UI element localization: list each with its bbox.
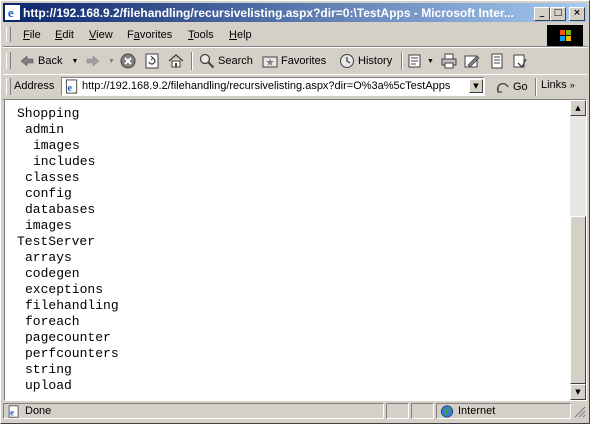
home-icon [168,54,184,68]
menu-view[interactable]: View [89,29,113,41]
mail-button[interactable]: ▼ [408,52,434,70]
page-icon: e [65,79,78,94]
home-button[interactable] [168,52,184,70]
directory-item: arrays [25,250,72,265]
menu-help[interactable]: Help [229,29,252,41]
stop-button[interactable] [120,52,136,70]
address-dropdown-button[interactable]: ▼ [469,79,483,93]
directory-item: perfcounters [25,346,119,361]
address-bar: Address e http://192.168.9.2/filehandlin… [3,74,587,100]
search-button[interactable]: Search [199,52,253,70]
standard-toolbar: Back ▼ ▼ Search Favorites History ▼ [3,47,587,75]
directory-item: config [25,186,72,201]
refresh-icon [145,53,159,69]
address-url[interactable]: http://192.168.9.2/filehandling/recursiv… [82,80,450,92]
favorites-button[interactable]: Favorites [262,52,326,70]
windows-logo-icon [547,25,583,46]
links-separator [535,78,537,96]
scroll-up-button[interactable]: ▲ [570,100,586,116]
directory-item: Shopping [17,106,80,121]
history-icon [340,54,354,68]
minimize-button[interactable]: _ [534,7,550,21]
menu-file[interactable]: File [23,29,41,41]
svg-text:e: e [8,5,14,20]
browser-window: e http://192.168.9.2/filehandling/recurs… [0,0,590,424]
directory-item: exceptions [25,282,104,297]
scroll-thumb[interactable] [570,216,586,384]
menu-bar: File Edit View Favorites Tools Help [3,24,587,47]
go-arrow-icon [496,83,509,93]
menu-edit[interactable]: Edit [55,29,74,41]
chevron-right-icon: » [569,80,575,90]
directory-item: images [33,138,80,153]
window-title: http://192.168.9.2/filehandling/recursiv… [23,6,514,20]
status-bar: e Done Internet [3,402,587,421]
directory-item: classes [25,170,80,185]
directory-item: admin [25,122,65,137]
history-button[interactable]: History [339,52,392,70]
status-main-pane: e Done [3,403,384,419]
toolbar-separator [401,52,403,70]
status-text: Done [25,405,52,417]
toolbar-separator [191,52,193,70]
close-button[interactable]: × [569,7,585,21]
directory-item: codegen [25,266,80,281]
scroll-down-button[interactable]: ▼ [570,384,586,400]
vertical-scrollbar[interactable]: ▲ ▼ [570,100,586,400]
back-button[interactable]: Back ▼ [19,52,78,70]
page-done-icon: e [8,405,19,418]
back-dropdown-icon[interactable]: ▼ [71,58,78,65]
mail-dropdown-icon[interactable]: ▼ [427,58,434,65]
toolbar-grip[interactable] [6,52,11,69]
print-button[interactable] [441,52,457,70]
directory-item: images [25,218,72,233]
directory-item: databases [25,202,96,217]
status-pane [386,403,409,419]
maximize-button[interactable]: □ [550,7,566,21]
forward-button[interactable]: ▼ [85,52,115,70]
directory-item: filehandling [25,298,119,313]
security-zone-pane: Internet [436,403,571,419]
zone-text: Internet [458,405,496,417]
directory-item: pagecounter [25,330,111,345]
directory-item: foreach [25,314,80,329]
edit-page-icon [464,55,480,68]
menu-favorites[interactable]: Favorites [127,29,172,41]
directory-item: upload [25,378,72,393]
title-bar[interactable]: e http://192.168.9.2/filehandling/recurs… [3,3,587,22]
discuss-icon [491,53,503,69]
directory-listing: Shopping admin images includes classes config… [17,106,119,394]
back-arrow-icon [20,55,34,67]
print-icon [441,53,457,69]
go-button[interactable]: Go [495,79,528,95]
forward-dropdown-icon[interactable]: ▼ [108,58,115,65]
address-input[interactable]: e http://192.168.9.2/filehandling/recurs… [61,77,485,96]
edit-button[interactable] [464,52,480,70]
svg-text:e: e [67,83,72,94]
ie-logo-icon: e [5,5,20,20]
messenger-button[interactable] [512,52,528,70]
directory-item: includes [33,154,96,169]
mail-icon [408,54,421,68]
search-icon [199,53,215,69]
forward-arrow-icon [86,55,100,67]
menu-tools[interactable]: Tools [188,29,214,41]
resize-grip-icon[interactable] [573,405,586,418]
directory-item: TestServer [17,234,96,249]
refresh-button[interactable] [144,52,160,70]
directory-item: string [25,362,72,377]
address-label: Address [14,80,55,92]
messenger-icon [513,54,527,69]
discuss-button[interactable] [489,52,505,70]
favorites-icon [262,56,278,68]
stop-icon [120,53,136,69]
menu-grip[interactable] [6,27,11,42]
svg-text:e: e [10,408,14,418]
address-grip[interactable] [6,78,11,95]
page-content: Shopping admin images includes classes config… [4,99,587,401]
links-button[interactable]: Links » [541,79,575,91]
internet-globe-icon [440,405,454,418]
status-pane [411,403,434,419]
